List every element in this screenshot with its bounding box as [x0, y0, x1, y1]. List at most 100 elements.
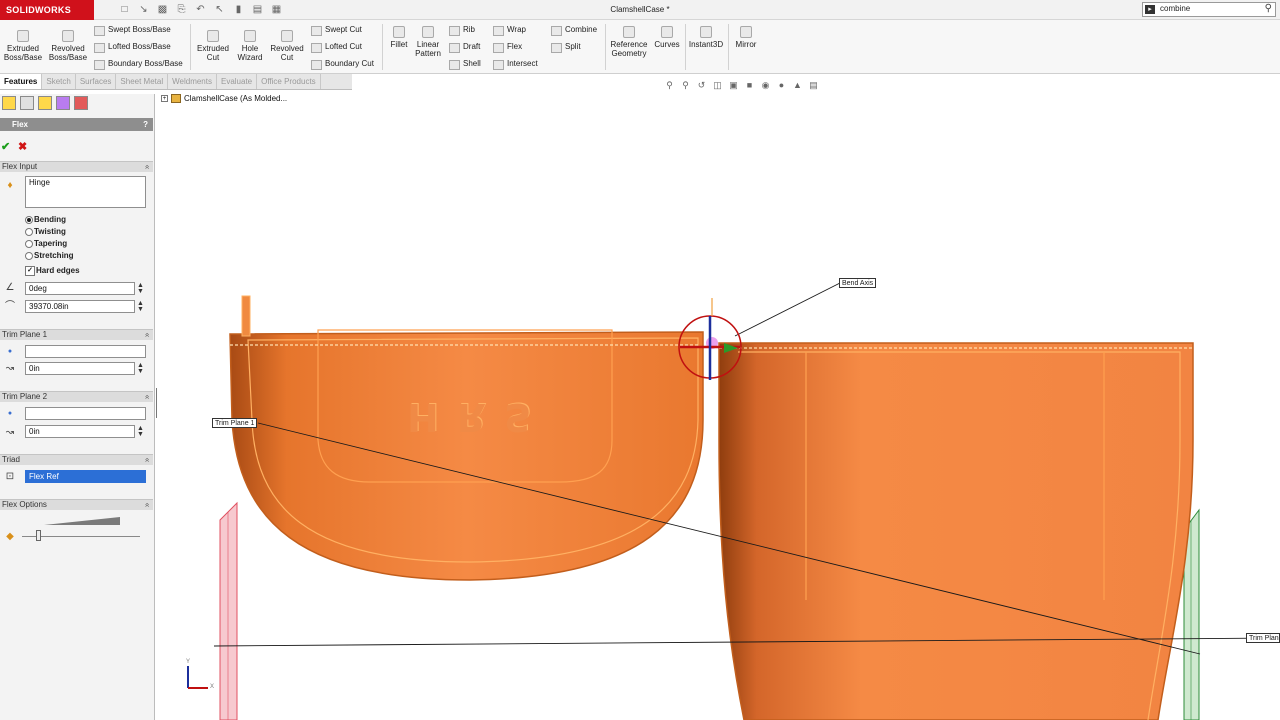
command-manager-ribbon: Extruded Boss/Base Revolved Boss/Base Sw… — [0, 20, 1280, 74]
combine-button[interactable]: Combine — [551, 24, 597, 36]
trim-plane-2-group-header[interactable]: Trim Plane 2 — [0, 391, 153, 402]
instant3d-button[interactable]: Instant3D — [687, 26, 725, 49]
fillet-button[interactable]: Fillet — [386, 26, 412, 49]
linear-pattern-button[interactable]: Linear Pattern — [413, 26, 443, 58]
option-twisting[interactable]: Twisting — [25, 226, 66, 237]
option-bending[interactable]: Bending — [25, 214, 66, 225]
tab-sketch[interactable]: Sketch — [42, 74, 76, 89]
save-icon[interactable]: ▩ — [156, 3, 169, 16]
bend-axis-callout: Bend Axis — [839, 278, 877, 288]
trim-plane-1-offset-input[interactable]: 0in — [25, 362, 135, 375]
triad-group-header[interactable]: Triad — [0, 454, 153, 465]
trim-plane-1-shape[interactable] — [219, 501, 238, 720]
display-manager-icon[interactable] — [74, 96, 88, 110]
cancel-x-icon[interactable]: ✖ — [18, 140, 27, 153]
panel-splitter[interactable] — [156, 388, 162, 418]
flex-button[interactable]: Flex — [493, 41, 522, 53]
accuracy-slider-thumb[interactable] — [36, 530, 41, 541]
section-view-icon[interactable]: ◫ — [712, 80, 723, 91]
boundary-boss-button[interactable]: Boundary Boss/Base — [94, 58, 183, 70]
revolved-cut-button[interactable]: Revolved Cut — [268, 30, 306, 62]
options-icon[interactable]: ▦ — [270, 3, 283, 16]
clamshell-right-half[interactable] — [718, 342, 1194, 720]
option-tapering[interactable]: Tapering — [25, 238, 67, 249]
trim-plane-1-field[interactable] — [25, 345, 146, 358]
hard-edges-checkbox[interactable]: Hard edges — [25, 265, 80, 276]
flyout-feature-tree[interactable]: + ClamshellCase (As Molded... — [161, 94, 287, 104]
tab-features[interactable]: Features — [0, 74, 43, 89]
title-bar: SOLIDWORKS □ ↘ ▩ ⎘ ↶ ↖ ▮ ▤ ▦ ClamshellCa… — [0, 0, 1280, 20]
angle-input[interactable]: 0deg — [25, 282, 135, 295]
print-icon[interactable]: ⎘ — [175, 3, 188, 16]
split-button[interactable]: Split — [551, 41, 581, 53]
swept-boss-button[interactable]: Swept Boss/Base — [94, 24, 171, 36]
lofted-boss-button[interactable]: Lofted Boss/Base — [94, 41, 171, 53]
hole-wizard-button[interactable]: Hole Wizard — [233, 30, 267, 62]
revolved-boss-button[interactable]: Revolved Boss/Base — [47, 30, 89, 62]
zoom-to-fit-icon[interactable]: ⚲ — [664, 80, 675, 91]
tab-weldments[interactable]: Weldments — [168, 74, 217, 89]
edit-appearance-icon[interactable]: ● — [776, 80, 787, 91]
trim-plane-1-spinner[interactable]: ▲ ▼ — [137, 362, 144, 375]
wrap-button[interactable]: Wrap — [493, 24, 526, 36]
zoom-to-area-icon[interactable]: ⚲ — [680, 80, 691, 91]
tab-office-products[interactable]: Office Products — [257, 74, 321, 89]
flex-options-group-header[interactable]: Flex Options — [0, 499, 153, 510]
triad-reference-field[interactable]: Flex Ref — [25, 470, 146, 483]
accuracy-icon: ◆ — [6, 531, 14, 542]
curves-button[interactable]: Curves — [652, 26, 682, 49]
radius-icon: ⌒ — [5, 301, 15, 312]
ok-checkmark-icon[interactable]: ✔ — [1, 140, 10, 153]
bodies-to-flex-field[interactable]: Hinge — [25, 176, 146, 208]
expand-icon[interactable]: + — [161, 95, 168, 103]
trim-plane-1-group-header[interactable]: Trim Plane 1 — [0, 329, 153, 340]
tab-surfaces[interactable]: Surfaces — [76, 74, 117, 89]
radius-spinner[interactable]: ▲ ▼ — [137, 300, 144, 313]
search-input[interactable]: combine — [1160, 4, 1190, 13]
search-box[interactable]: ▸ combine ⚲ — [1142, 2, 1276, 17]
reference-geometry-button[interactable]: Reference Geometry — [608, 26, 650, 58]
model-viewport[interactable] — [157, 92, 1280, 720]
hide-show-items-icon[interactable]: ◉ — [760, 80, 771, 91]
tab-sheet-metal[interactable]: Sheet Metal — [116, 74, 169, 89]
app-logo[interactable]: SOLIDWORKS — [0, 0, 94, 20]
select-icon[interactable]: ↖ — [213, 3, 226, 16]
feature-manager-icon[interactable] — [2, 96, 16, 110]
previous-view-icon[interactable]: ↺ — [696, 80, 707, 91]
new-file-icon[interactable]: □ — [118, 3, 131, 16]
open-file-icon[interactable]: ↘ — [137, 3, 150, 16]
extruded-cut-button[interactable]: Extruded Cut — [194, 30, 232, 62]
flex-input-group-header[interactable]: Flex Input — [0, 161, 153, 172]
rebuild-icon[interactable]: ▮ — [232, 3, 245, 16]
trim-plane-2-field[interactable] — [25, 407, 146, 420]
boundary-cut-button[interactable]: Boundary Cut — [311, 58, 374, 70]
trim-plane-2-spinner[interactable]: ▲ ▼ — [137, 425, 144, 438]
radius-input[interactable]: 39370.08in — [25, 300, 135, 313]
draft-button[interactable]: Draft — [449, 41, 480, 53]
mirror-button[interactable]: Mirror — [731, 26, 761, 49]
ribbon-separator — [605, 24, 606, 70]
magnifier-icon[interactable]: ⚲ — [1265, 3, 1272, 14]
rib-button[interactable]: Rib — [449, 24, 475, 36]
extruded-boss-button[interactable]: Extruded Boss/Base — [3, 30, 43, 62]
lofted-cut-button[interactable]: Lofted Cut — [311, 41, 362, 53]
tab-evaluate[interactable]: Evaluate — [217, 74, 258, 89]
configuration-manager-icon[interactable] — [38, 96, 52, 110]
view-settings-icon[interactable]: ▤ — [808, 80, 819, 91]
trim-plane-2-offset-input[interactable]: 0in — [25, 425, 135, 438]
undo-icon[interactable]: ↶ — [194, 3, 207, 16]
angle-spinner[interactable]: ▲ ▼ — [137, 282, 144, 295]
intersect-button[interactable]: Intersect — [493, 58, 538, 70]
option-stretching[interactable]: Stretching — [25, 250, 74, 261]
view-orientation-icon[interactable]: ▣ — [728, 80, 739, 91]
swept-cut-button[interactable]: Swept Cut — [311, 24, 362, 36]
dimxpert-icon[interactable] — [56, 96, 70, 110]
help-icon[interactable]: ? — [143, 118, 148, 131]
shell-button[interactable]: Shell — [449, 58, 481, 70]
display-style-icon[interactable]: ■ — [744, 80, 755, 91]
trim-plane-1-selection-icon: ● — [7, 348, 13, 355]
apply-scene-icon[interactable]: ▲ — [792, 80, 803, 91]
graphics-area[interactable]: HRS — [157, 92, 1280, 720]
property-manager-icon[interactable] — [20, 96, 34, 110]
file-properties-icon[interactable]: ▤ — [251, 3, 264, 16]
